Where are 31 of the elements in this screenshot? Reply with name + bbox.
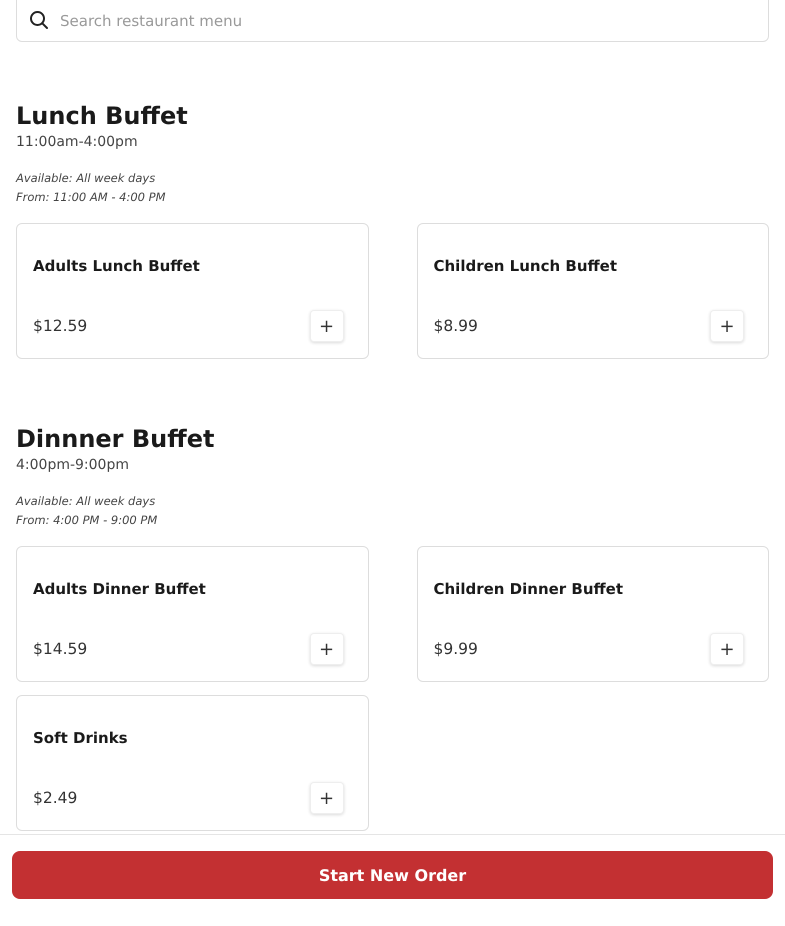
availability-text: Available: All week days — [16, 493, 156, 510]
add-button[interactable]: + — [310, 310, 344, 342]
item-price: $9.99 — [434, 640, 478, 658]
menu-item-card[interactable]: Soft Drinks $2.49 + — [16, 695, 368, 831]
item-name: Adults Lunch Buffet — [33, 256, 201, 276]
time-range-text: From: 4:00 PM - 9:00 PM — [16, 512, 158, 529]
item-price: $8.99 — [434, 317, 478, 335]
item-name: Children Lunch Buffet — [434, 256, 618, 276]
section-title: Lunch Buffet — [16, 101, 189, 132]
search-icon — [29, 10, 49, 30]
add-button[interactable]: + — [710, 633, 744, 665]
item-price: $2.49 — [33, 789, 78, 807]
menu-item-card[interactable]: Children Dinner Buffet $9.99 + — [416, 546, 769, 682]
section-hours: 11:00am-4:00pm — [16, 134, 139, 150]
menu-item-card[interactable]: Adults Lunch Buffet $12.59 + — [16, 223, 368, 359]
start-order-button[interactable]: Start New Order — [12, 851, 773, 899]
menu-item-card[interactable]: Adults Dinner Buffet $14.59 + — [16, 546, 368, 682]
availability-text: Available: All week days — [16, 170, 156, 187]
item-name: Soft Drinks — [33, 728, 129, 748]
add-button[interactable]: + — [310, 782, 344, 814]
add-button[interactable]: + — [310, 633, 344, 665]
section-hours: 4:00pm-9:00pm — [16, 457, 130, 473]
menu-item-card[interactable]: Children Lunch Buffet $8.99 + — [416, 223, 769, 359]
time-range-text: From: 11:00 AM - 4:00 PM — [16, 189, 166, 206]
item-price: $12.59 — [33, 317, 88, 335]
item-price: $14.59 — [33, 640, 88, 658]
section-title: Dinnner Buffet — [16, 424, 216, 455]
search-field[interactable]: Search restaurant menu — [16, 0, 769, 42]
item-name: Adults Dinner Buffet — [33, 579, 207, 599]
item-name: Children Dinner Buffet — [434, 579, 624, 599]
add-button[interactable]: + — [710, 310, 744, 342]
